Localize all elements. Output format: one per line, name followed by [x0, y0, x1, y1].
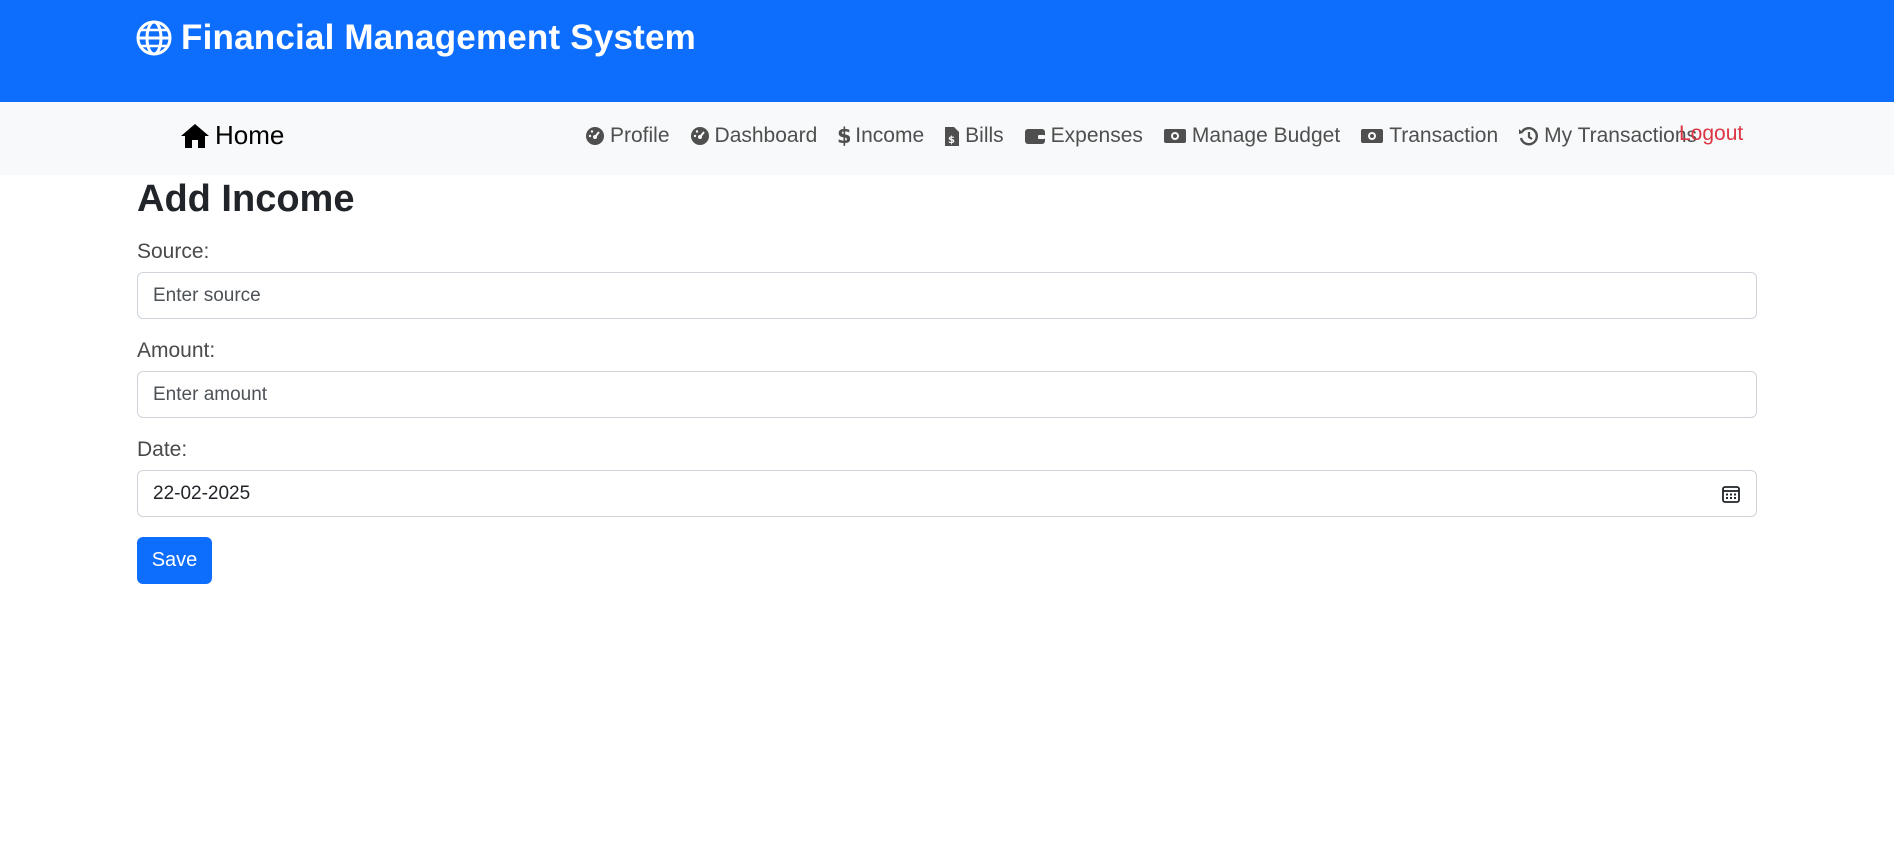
nav-link-transaction[interactable]: Transaction	[1360, 124, 1498, 148]
bill-file-icon: $	[944, 126, 960, 147]
amount-label: Amount:	[137, 339, 216, 362]
svg-text:$: $	[948, 135, 955, 146]
dollar-icon: $	[837, 125, 850, 147]
page-title: Add Income	[137, 178, 355, 220]
brand: Financial Management System	[136, 18, 696, 58]
history-icon	[1518, 126, 1539, 147]
navbar: Home Profile Dashboard $ Income $ Bills	[0, 102, 1894, 175]
money-bill-icon	[1163, 127, 1187, 145]
top-header-bar: Financial Management System	[0, 0, 1894, 102]
nav-link-my-transactions[interactable]: My Transactions	[1518, 124, 1697, 148]
house-icon	[180, 123, 210, 149]
app-title: Financial Management System	[181, 18, 697, 57]
globe-icon	[136, 20, 172, 56]
nav-link-label: Dashboard	[714, 124, 818, 147]
nav-link-dashboard[interactable]: Dashboard	[690, 124, 818, 148]
nav-link-label: Expenses	[1050, 124, 1143, 147]
add-income-form: Add Income Source: Amount: Date: 22-02-2…	[137, 175, 1757, 584]
source-label: Source:	[137, 240, 210, 263]
nav-home-label: Home	[215, 120, 285, 150]
gauge-icon	[690, 126, 710, 146]
svg-text:$: $	[837, 125, 850, 147]
save-button[interactable]: Save	[137, 537, 212, 584]
nav-link-manage-budget[interactable]: Manage Budget	[1163, 124, 1340, 148]
nav-link-label: My Transactions	[1544, 124, 1698, 147]
nav-link-label: Bills	[965, 124, 1004, 147]
nav-link-expenses[interactable]: Expenses	[1024, 124, 1143, 148]
money-bill-icon	[1360, 127, 1384, 145]
nav-link-label: Transaction	[1389, 124, 1499, 147]
nav-links: Profile Dashboard $ Income $ Bills Expen…	[585, 124, 1717, 148]
date-value: 22-02-2025	[153, 482, 251, 504]
wallet-icon	[1024, 127, 1046, 145]
nav-link-profile[interactable]: Profile	[585, 124, 670, 148]
nav-link-label: Manage Budget	[1191, 124, 1341, 147]
date-input[interactable]: 22-02-2025	[137, 470, 1757, 517]
logout-link[interactable]: Logout	[1679, 122, 1743, 146]
gauge-icon	[585, 126, 605, 146]
nav-link-income[interactable]: $ Income	[837, 124, 924, 148]
calendar-icon[interactable]	[1721, 484, 1741, 504]
amount-input[interactable]	[137, 371, 1757, 418]
nav-link-label: Income	[855, 124, 925, 147]
nav-link-label: Profile	[610, 124, 670, 147]
nav-link-bills[interactable]: $ Bills	[944, 124, 1004, 148]
date-label: Date:	[137, 438, 188, 461]
nav-home-link[interactable]: Home	[180, 120, 284, 151]
source-input[interactable]	[137, 272, 1757, 319]
